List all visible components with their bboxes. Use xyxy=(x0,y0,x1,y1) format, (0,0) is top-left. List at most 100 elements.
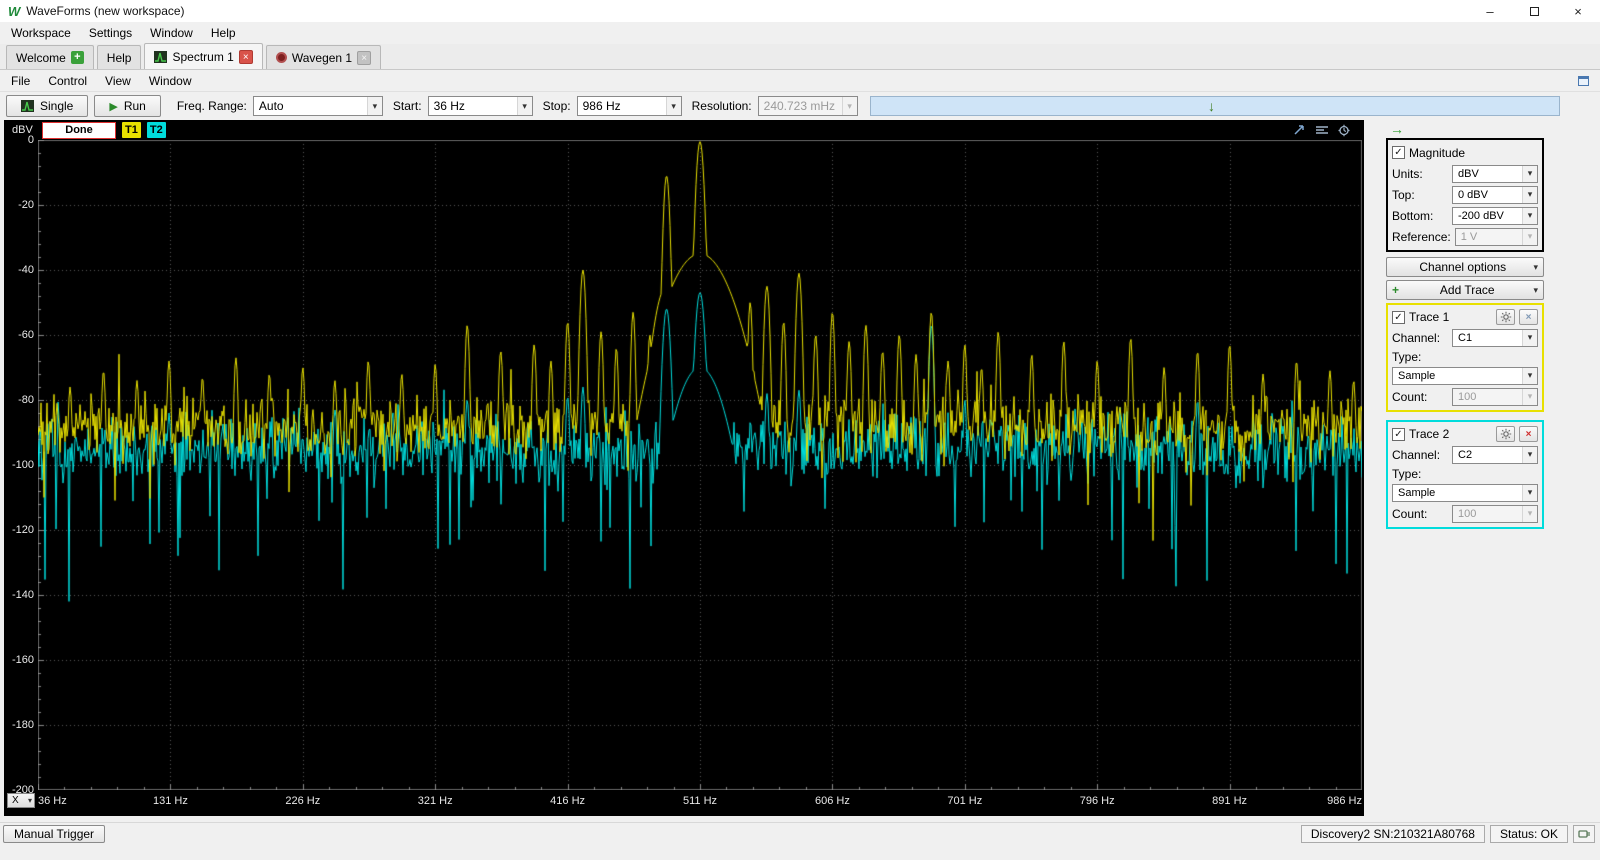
x-tick-label: 891 Hz xyxy=(1212,795,1247,807)
freq-range-select[interactable]: Auto ▾ xyxy=(253,96,383,116)
trace2-checkbox[interactable]: ✓ xyxy=(1392,428,1405,441)
close-spectrum-tab-button[interactable]: × xyxy=(239,50,253,64)
statusbar: Manual Trigger Discovery2 SN:210321A8076… xyxy=(0,822,1600,844)
x-tick-label: 131 Hz xyxy=(153,795,188,807)
channel-options-button[interactable]: Channel options ▾ xyxy=(1386,257,1544,277)
chevron-down-icon: ▾ xyxy=(1522,208,1537,224)
y-axis: 0-20-40-60-80-100-120-140-160-180-200 xyxy=(4,140,38,790)
waveforms-window: W WaveForms (new workspace) – × Workspac… xyxy=(0,0,1600,860)
panel-arrow-row: → xyxy=(1386,120,1544,138)
magnitude-label: Magnitude xyxy=(1409,146,1465,160)
tab-welcome[interactable]: Welcome + xyxy=(6,45,94,69)
trace1-type-select[interactable]: Sample ▾ xyxy=(1392,367,1538,385)
add-instrument-icon[interactable]: + xyxy=(71,51,84,64)
chevron-down-icon: ▾ xyxy=(1522,229,1537,245)
cursors-icon[interactable] xyxy=(1314,123,1330,137)
menu-window-instrument[interactable]: Window xyxy=(140,72,201,90)
reference-select: 1 V ▾ xyxy=(1455,228,1538,246)
t2-badge[interactable]: T2 xyxy=(147,122,166,138)
trace1-count-label: Count: xyxy=(1392,390,1427,404)
trace2-type-value: Sample xyxy=(1398,487,1435,499)
stop-label: Stop: xyxy=(543,99,571,113)
menu-control[interactable]: Control xyxy=(39,72,96,90)
trace1-checkbox[interactable]: ✓ xyxy=(1392,311,1405,324)
x-tick-label: 321 Hz xyxy=(418,795,453,807)
spectrum-plot-canvas[interactable] xyxy=(38,140,1362,790)
tab-help-label: Help xyxy=(107,51,132,65)
manual-trigger-button[interactable]: Manual Trigger xyxy=(3,825,105,843)
add-trace-plus-icon: + xyxy=(1392,283,1399,297)
menu-settings[interactable]: Settings xyxy=(80,24,141,42)
trace1-type-label: Type: xyxy=(1392,350,1421,364)
trace1-channel-value: C1 xyxy=(1458,332,1472,344)
trace1-group: ✓ Trace 1 × Channel: C1 ▾ Type: xyxy=(1386,303,1544,412)
trace2-channel-label: Channel: xyxy=(1392,448,1440,462)
close-button[interactable]: × xyxy=(1556,0,1600,22)
plot-settings-icon[interactable] xyxy=(1336,123,1352,137)
magnitude-checkbox[interactable]: ✓ xyxy=(1392,146,1405,159)
start-value: 36 Hz xyxy=(434,99,465,113)
x-tick-label: 606 Hz xyxy=(815,795,850,807)
collapse-panel-icon[interactable]: → xyxy=(1390,121,1404,137)
wavegen-icon xyxy=(276,52,287,63)
trace1-count-value: 100 xyxy=(1458,391,1476,403)
chevron-down-icon: ▾ xyxy=(1522,485,1537,501)
trace2-count-value: 100 xyxy=(1458,508,1476,520)
bottom-select[interactable]: -200 dBV ▾ xyxy=(1452,207,1538,225)
tab-wavegen[interactable]: Wavegen 1 × xyxy=(266,45,381,69)
trace1-settings-icon[interactable] xyxy=(1496,309,1515,325)
trace2-name: Trace 2 xyxy=(1409,427,1449,441)
units-select[interactable]: dBV ▾ xyxy=(1452,165,1538,183)
chevron-down-icon: ▾ xyxy=(666,97,681,115)
menu-file[interactable]: File xyxy=(2,72,39,90)
resolution-label: Resolution: xyxy=(692,99,752,113)
spectrum-plot-widget: dBV Done T1 T2 0-20-40-60-80-100-120-140… xyxy=(4,120,1364,816)
stop-select[interactable]: 986 Hz ▾ xyxy=(577,96,682,116)
trace1-channel-select[interactable]: C1 ▾ xyxy=(1452,329,1538,347)
close-wavegen-tab-button[interactable]: × xyxy=(357,51,371,65)
t1-badge[interactable]: T1 xyxy=(122,122,141,138)
chevron-down-icon: ▾ xyxy=(1533,285,1538,296)
maximize-icon xyxy=(1530,7,1539,16)
x-tick-label: 36 Hz xyxy=(38,795,67,807)
y-tick-label: -20 xyxy=(18,199,34,211)
run-button[interactable]: ▶ Run xyxy=(94,95,160,117)
menu-window[interactable]: Window xyxy=(141,24,202,42)
add-trace-button[interactable]: + Add Trace ▾ xyxy=(1386,280,1544,300)
minimize-button[interactable]: – xyxy=(1468,0,1512,22)
export-plot-icon[interactable] xyxy=(1292,123,1308,137)
x-axis-mode-value: X xyxy=(12,795,19,806)
resolution-select: 240.723 mHz ▾ xyxy=(758,96,858,116)
tab-help[interactable]: Help xyxy=(97,45,142,69)
menu-help[interactable]: Help xyxy=(202,24,245,42)
maximize-button[interactable] xyxy=(1512,0,1556,22)
chevron-down-icon: ▾ xyxy=(1522,506,1537,522)
top-select[interactable]: 0 dBV ▾ xyxy=(1452,186,1538,204)
x-axis-mode-select[interactable]: X ▾ xyxy=(7,793,35,808)
bottom-value: -200 dBV xyxy=(1458,210,1504,222)
menu-view[interactable]: View xyxy=(96,72,140,90)
plot-header: dBV Done T1 T2 xyxy=(4,120,1364,140)
trace2-settings-icon[interactable] xyxy=(1496,426,1515,442)
single-button[interactable]: Single xyxy=(6,95,88,117)
trace1-close-button[interactable]: × xyxy=(1519,309,1538,325)
start-select[interactable]: 36 Hz ▾ xyxy=(428,96,533,116)
tab-spectrum[interactable]: Spectrum 1 × xyxy=(144,43,262,69)
tab-spectrum-label: Spectrum 1 xyxy=(172,50,233,64)
trace2-type-select[interactable]: Sample ▾ xyxy=(1392,484,1538,502)
x-axis: X ▾ 36 Hz131 Hz226 Hz321 Hz416 Hz511 Hz6… xyxy=(4,790,1364,816)
chevron-down-icon: ▾ xyxy=(1522,368,1537,384)
device-status-icon[interactable] xyxy=(1573,825,1595,843)
trace2-channel-select[interactable]: C2 ▾ xyxy=(1452,446,1538,464)
add-trace-label: Add Trace xyxy=(1401,283,1533,297)
chevron-down-icon: ▾ xyxy=(1522,187,1537,203)
menu-workspace[interactable]: Workspace xyxy=(2,24,80,42)
float-window-icon[interactable] xyxy=(1577,75,1590,87)
trace2-group: ✓ Trace 2 × Channel: C2 ▾ Type: xyxy=(1386,420,1544,529)
window-controls: – × xyxy=(1468,0,1600,22)
chevron-down-icon: ▾ xyxy=(1522,447,1537,463)
chevron-down-icon: ▾ xyxy=(1533,262,1538,273)
trace1-channel-label: Channel: xyxy=(1392,331,1440,345)
spectrum-icon xyxy=(154,51,167,63)
trace2-close-button[interactable]: × xyxy=(1519,426,1538,442)
